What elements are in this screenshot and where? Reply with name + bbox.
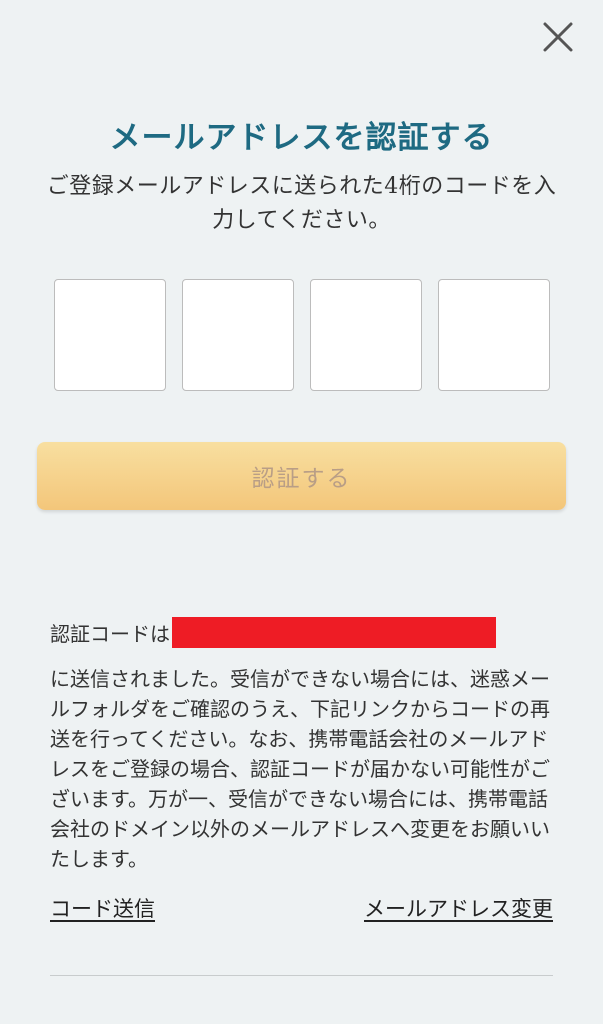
change-email-link[interactable]: メールアドレス変更 [364,893,553,923]
page-title: メールアドレスを認証する [109,120,494,156]
instruction-text: ご登録メールアドレスに送られた4桁のコードを入力してください。 [46,174,557,233]
redacted-email [172,616,496,648]
sent-to-line: 認証コードは [50,616,496,648]
verify-button[interactable]: 認証する [37,442,566,510]
code-digit-input-1[interactable] [54,279,166,391]
divider [50,975,553,976]
close-button[interactable] [541,20,575,54]
code-input-group [54,279,550,393]
notice-text: に送信されました。受信ができない場合には、迷惑メールフォルダをご確認のうえ、下記… [50,667,550,871]
resend-code-link[interactable]: コード送信 [50,893,155,923]
close-icon [543,22,573,52]
sent-prefix-label: 認証コードは [50,621,170,646]
code-digit-input-3[interactable] [310,279,422,391]
code-digit-input-2[interactable] [182,279,294,391]
code-digit-input-4[interactable] [438,279,550,391]
